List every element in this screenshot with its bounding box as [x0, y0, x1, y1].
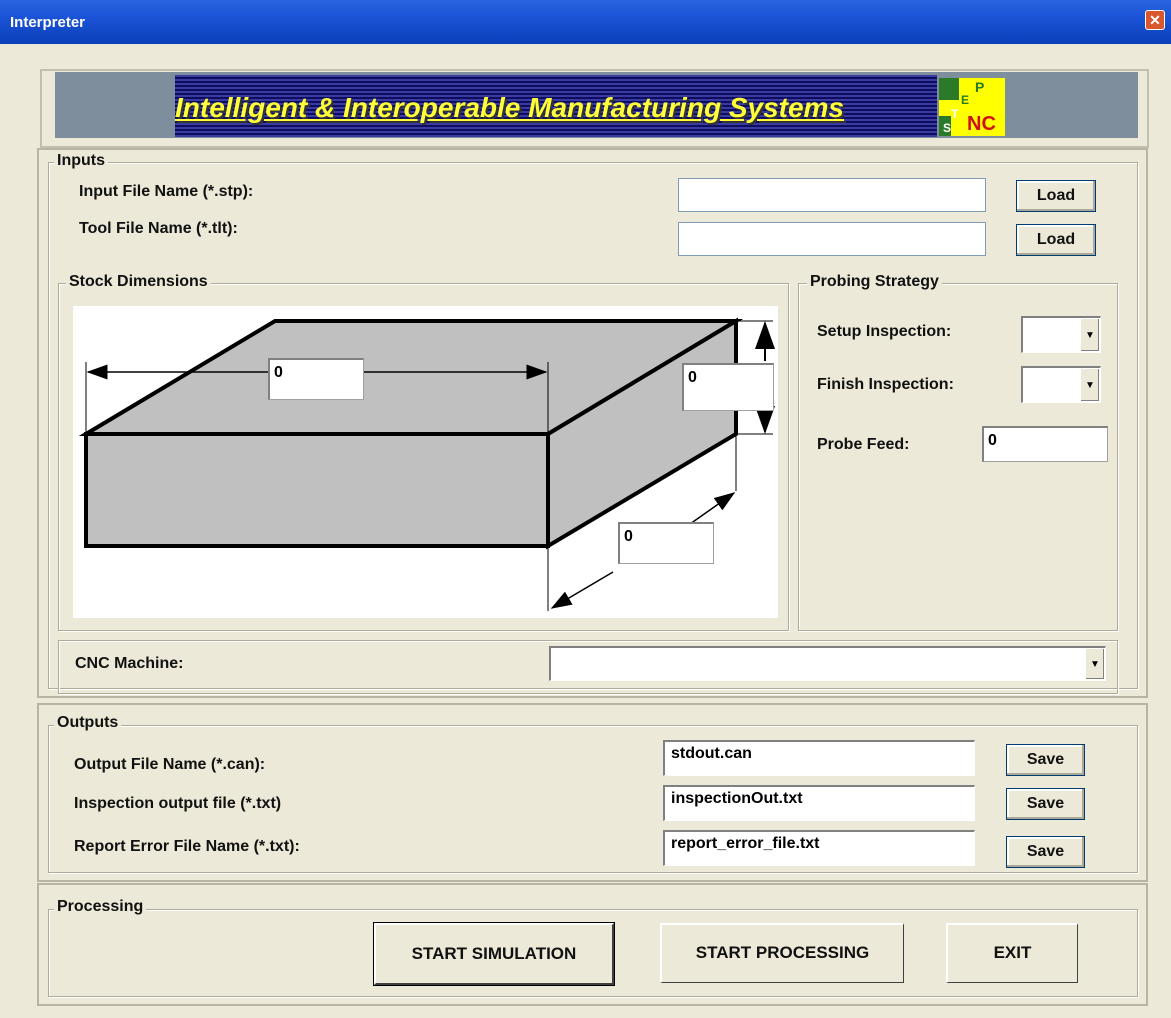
length-input[interactable]: 0 — [268, 358, 364, 400]
load-tool-file-button[interactable]: Load — [1016, 224, 1096, 256]
stock-dimensions-legend: Stock Dimensions — [66, 273, 211, 291]
save-output-file-button[interactable]: Save — [1006, 744, 1085, 776]
outputs-legend: Outputs — [54, 714, 122, 732]
cnc-machine-label: CNC Machine: — [75, 655, 184, 672]
probe-feed-label: Probe Feed: — [817, 436, 910, 453]
save-report-error-button[interactable]: Save — [1006, 836, 1085, 868]
chevron-down-icon[interactable]: ▼ — [1080, 319, 1099, 351]
banner-title: Intelligent & Interoperable Manufacturin… — [175, 92, 845, 123]
setup-inspection-select[interactable]: ▼ — [1021, 316, 1101, 353]
report-error-label: Report Error File Name (*.txt): — [74, 838, 300, 855]
cnc-machine-select[interactable]: ▼ — [549, 646, 1106, 681]
finish-inspection-label: Finish Inspection: — [817, 376, 954, 393]
inputs-legend: Inputs — [54, 152, 108, 170]
logo-letter-t: T — [951, 107, 959, 121]
title-bar: Interpreter ✕ — [0, 0, 1171, 44]
probing-strategy-legend: Probing Strategy — [807, 273, 942, 291]
inspection-output-label: Inspection output file (*.txt) — [74, 795, 282, 812]
height-input[interactable]: 0 — [682, 363, 774, 411]
output-file-label: Output File Name (*.can): — [74, 756, 266, 773]
stock-drawing — [73, 306, 778, 618]
width-input[interactable]: 0 — [618, 522, 714, 564]
start-processing-button[interactable]: START PROCESSING — [660, 923, 904, 983]
input-file-field[interactable] — [678, 178, 986, 212]
probe-feed-input[interactable]: 0 — [982, 426, 1108, 462]
logo-letter-p: P — [975, 79, 984, 95]
load-input-file-button[interactable]: Load — [1016, 180, 1096, 212]
logo-letter-e: E — [961, 93, 969, 107]
logo-letter-s: S — [943, 121, 951, 135]
tool-file-label: Tool File Name (*.tlt): — [79, 220, 238, 237]
report-error-field[interactable]: report_error_file.txt — [663, 830, 975, 866]
stepnc-logo: S T E P NC — [939, 78, 1005, 136]
finish-inspection-select[interactable]: ▼ — [1021, 366, 1101, 403]
start-simulation-button[interactable]: START SIMULATION — [373, 922, 615, 986]
output-file-field[interactable]: stdout.can — [663, 740, 975, 776]
tool-file-field[interactable] — [678, 222, 986, 256]
processing-legend: Processing — [54, 898, 147, 916]
chevron-down-icon[interactable]: ▼ — [1080, 369, 1099, 401]
save-inspection-output-button[interactable]: Save — [1006, 788, 1085, 820]
box-front-face — [84, 432, 550, 548]
logo-letters-nc: NC — [967, 113, 996, 135]
close-icon[interactable]: ✕ — [1145, 10, 1165, 30]
chevron-down-icon[interactable]: ▼ — [1085, 649, 1104, 679]
window-title: Interpreter — [10, 14, 86, 31]
exit-button[interactable]: EXIT — [946, 923, 1078, 983]
setup-inspection-label: Setup Inspection: — [817, 323, 952, 340]
width-arrow-down — [550, 571, 614, 609]
input-file-label: Input File Name (*.stp): — [79, 183, 254, 200]
inspection-output-field[interactable]: inspectionOut.txt — [663, 785, 975, 821]
